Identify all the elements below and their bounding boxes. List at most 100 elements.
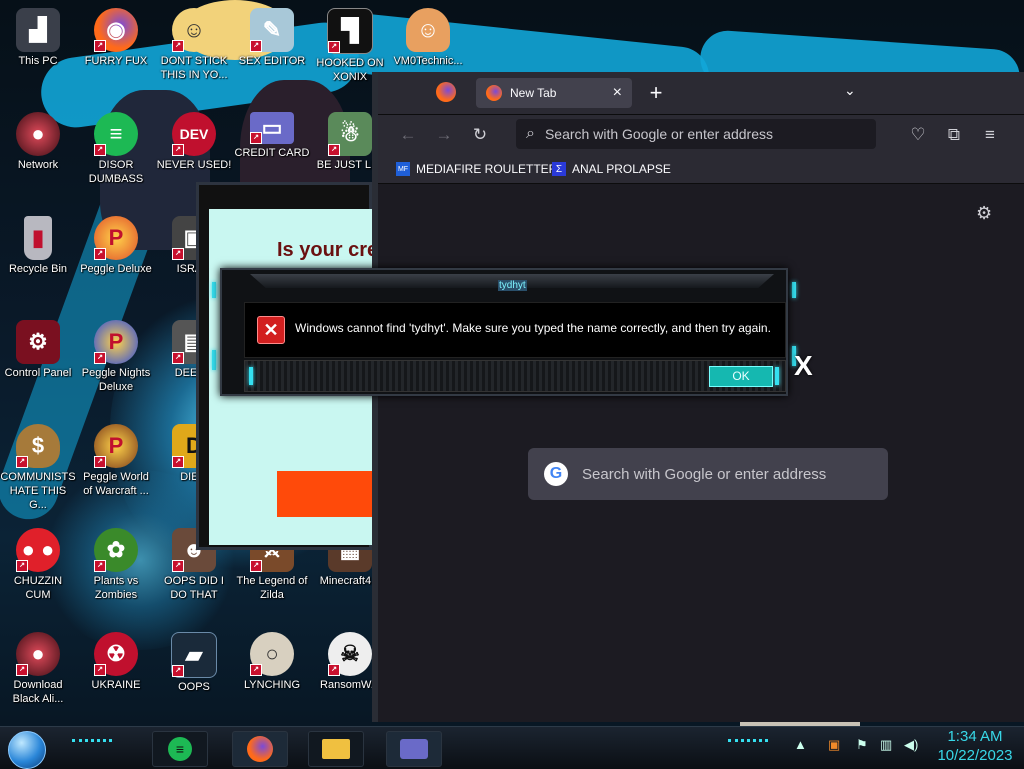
url-bar[interactable]: ⌕ Search with Google or enter address [516, 119, 876, 149]
new-tab-search-box[interactable]: G Search with Google or enter address [528, 448, 888, 500]
pocket-icon[interactable]: ♡ [906, 123, 930, 147]
peggle-icon: P ↗ [94, 216, 138, 260]
clock-date: 10/22/2023 [937, 747, 1013, 764]
taskbar-spotify[interactable]: ≡ [152, 731, 208, 767]
spotify-icon: ≡ ↗ [94, 112, 138, 156]
credit-card-icon: ▭ ↗ [250, 112, 294, 144]
taskbar-firefox[interactable] [232, 731, 288, 767]
app-icon: ✎ ↗ [250, 8, 294, 52]
desktop-icon-peggle-nights[interactable]: P ↗ Peggle Nights Deluxe [78, 314, 154, 406]
desktop-icon-disor-dumbass[interactable]: ≡ ↗ DISOR DUMBASS [78, 106, 154, 198]
tab-close-icon[interactable]: × [613, 84, 622, 102]
taskbar-file-explorer[interactable] [308, 731, 364, 767]
skull-icon: ☠ ↗ [328, 632, 372, 676]
desktop-icon-communists[interactable]: $ ↗ COMMUNISTS HATE THIS G... [0, 418, 76, 511]
firefox-toolbar: ← → ↻ ⌕ Search with Google or enter addr… [378, 115, 1024, 155]
peggle-icon: P ↗ [94, 424, 138, 468]
search-icon: ⌕ [526, 125, 535, 142]
firefox-view-button[interactable] [436, 82, 456, 102]
peggle-icon: P ↗ [94, 320, 138, 364]
shortcut-arrow-icon: ↗ [250, 664, 262, 676]
firefox-icon: ◉ ↗ [94, 8, 138, 52]
back-arrow-icon[interactable]: ← [396, 123, 420, 147]
shortcut-arrow-icon: ↗ [250, 40, 262, 52]
app-tray-icon[interactable]: ▣ [828, 737, 840, 753]
new-tab-button[interactable]: + [642, 80, 670, 108]
desktop-icon-sex-editor[interactable]: ✎ ↗ SEX EDITOR [234, 2, 310, 94]
xonix-icon: ▜ ↗ [327, 8, 373, 54]
forward-arrow-icon[interactable]: → [432, 123, 456, 147]
bookmark-anal-prolapse[interactable]: Σ ANAL PROLAPSE [552, 159, 671, 179]
desktop-icon-this-pc[interactable]: ▟ This PC [0, 2, 76, 94]
shortcut-arrow-icon: ↗ [16, 664, 28, 676]
network-tray-icon[interactable]: ▥ [880, 737, 892, 753]
desktop-icon-plants-vs-zombies[interactable]: ✿ ↗ Plants vs Zombies [78, 522, 154, 614]
terminal-icon: ▰ ↗ [171, 632, 217, 678]
chuzzle-icon: ● ● ↗ [16, 528, 60, 572]
firefox-tab-bar: New Tab × + ⌄ [378, 72, 1024, 115]
mediafire-icon: MF [396, 162, 410, 176]
dev-cpp-icon: DEV ↗ [172, 112, 216, 156]
shortcut-arrow-icon: ↗ [172, 665, 184, 677]
spotify-icon: ≡ [168, 737, 192, 761]
shortcut-arrow-icon: ↗ [94, 352, 106, 364]
show-hidden-icons[interactable]: ▲ [794, 737, 807, 752]
doctor-icon: ☺ [406, 8, 450, 52]
shortcut-arrow-icon: ↗ [250, 132, 262, 144]
control-panel-icon: ⚙ [16, 320, 60, 364]
shortcut-arrow-icon: ↗ [94, 560, 106, 572]
firefox-tab-icon [486, 85, 502, 101]
desktop-icon-dont-stick[interactable]: ☺ ↗ DONT STICK THIS IN YO... [156, 2, 232, 94]
desktop-icon-recycle-bin[interactable]: ▮ Recycle Bin [0, 210, 76, 302]
network-icon: ● [16, 112, 60, 156]
tab-new-tab[interactable]: New Tab × [476, 78, 632, 108]
credit-card-icon [400, 739, 428, 759]
reload-icon[interactable]: ↻ [468, 123, 492, 147]
desktop-icon-chuzzin[interactable]: ● ● ↗ CHUZZIN CUM [0, 522, 76, 614]
extensions-icon[interactable]: ⧉ [942, 123, 966, 147]
bookmark-sigma-icon: Σ [552, 162, 566, 176]
shortcut-arrow-icon: ↗ [172, 456, 184, 468]
shortcut-arrow-icon: ↗ [94, 664, 106, 676]
dialog-button-bar: OK [244, 360, 786, 392]
radiation-icon: ☢ ↗ [94, 632, 138, 676]
volume-icon[interactable]: ◀) [904, 737, 918, 753]
desktop-icon-furry-fux[interactable]: ◉ ↗ FURRY FUX [78, 2, 154, 94]
desktop-icon-oops[interactable]: ▰ ↗ OOPS [156, 626, 232, 718]
bookmark-mediafire[interactable]: MF MEDIAFIRE ROULETTER [396, 159, 557, 179]
desktop-icon-lynching[interactable]: ○ ↗ LYNCHING [234, 626, 310, 718]
shortcut-arrow-icon: ↗ [328, 144, 340, 156]
santa-icon: ☃ ↗ [328, 112, 372, 156]
clock-time: 1:34 AM [947, 728, 1003, 745]
background-app-orange-button[interactable] [277, 471, 375, 517]
money-bag-icon: $ ↗ [16, 424, 60, 468]
desktop-icon-network[interactable]: ● Network [0, 106, 76, 198]
shortcut-arrow-icon: ↗ [172, 352, 184, 364]
taskbar-credit-card-app[interactable] [386, 731, 442, 767]
desktop-icon-control-panel[interactable]: ⚙ Control Panel [0, 314, 76, 406]
desktop-icon-ukraine[interactable]: ☢ ↗ UKRAINE [78, 626, 154, 718]
shortcut-arrow-icon: ↗ [94, 144, 106, 156]
dialog-frame: tydhyt ✕ Windows cannot find 'tydhyt'. M… [220, 268, 788, 396]
desktop-icon-peggle-wow[interactable]: P ↗ Peggle World of Warcraft ... [78, 418, 154, 510]
settings-gear-icon[interactable]: ⚙ [976, 203, 992, 224]
ok-button[interactable]: OK [709, 366, 773, 387]
url-bar-placeholder: Search with Google or enter address [544, 126, 773, 142]
shortcut-arrow-icon: ↗ [172, 560, 184, 572]
computer-icon: ▟ [16, 8, 60, 52]
firefox-icon [247, 736, 273, 762]
menu-icon[interactable]: ≡ [978, 123, 1002, 147]
flag-icon[interactable]: ⚑ [856, 737, 868, 753]
desktop-icon-download-black-ali[interactable]: ● ↗ Download Black Ali... [0, 626, 76, 718]
error-dialog[interactable]: tydhyt ✕ Windows cannot find 'tydhyt'. M… [212, 262, 796, 398]
list-all-tabs-icon[interactable]: ⌄ [844, 82, 856, 99]
desktop-icon-peggle-deluxe[interactable]: P ↗ Peggle Deluxe [78, 210, 154, 302]
start-button[interactable] [8, 731, 46, 769]
new-tab-search-placeholder: Search with Google or enter address [582, 465, 827, 483]
shortcut-arrow-icon: ↗ [172, 248, 184, 260]
taskbar: ≡ ▲ ▣ ⚑ ▥ ◀) 1:34 AM 10/22/2023 [0, 726, 1024, 769]
taskbar-decor-left [72, 739, 112, 748]
taskbar-clock[interactable]: 1:34 AM 10/22/2023 [928, 727, 1022, 765]
shortcut-arrow-icon: ↗ [94, 40, 106, 52]
dialog-close-icon[interactable]: X [794, 350, 813, 382]
